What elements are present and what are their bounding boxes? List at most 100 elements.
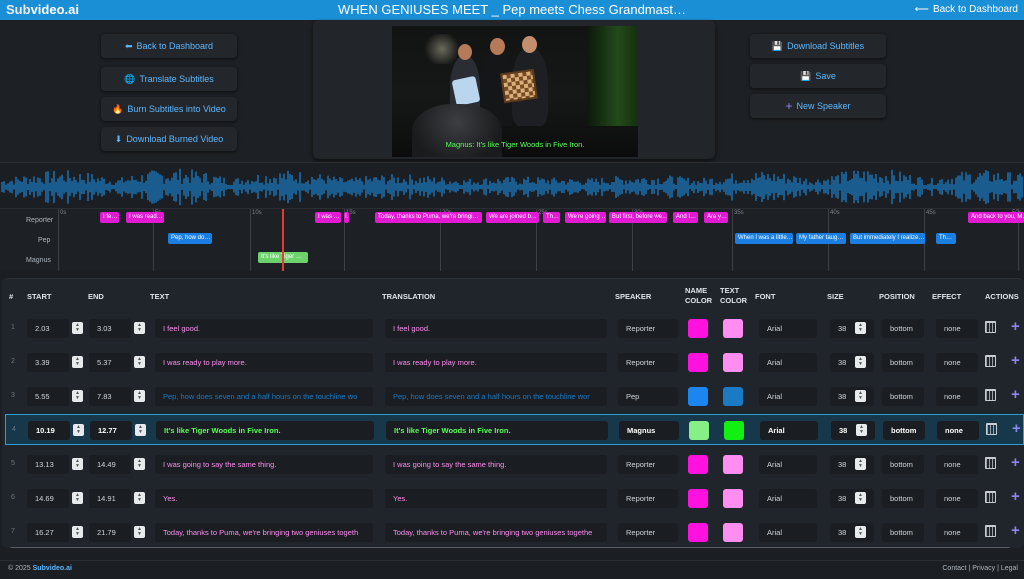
subtitle-text-input[interactable]: It's like Tiger Woods in Five Iron. <box>156 421 374 440</box>
position-select[interactable]: bottom <box>882 319 924 338</box>
timeline-clip-reporter[interactable]: And back to you, M… <box>968 212 1024 223</box>
effect-select[interactable]: none <box>936 353 978 372</box>
start-stepper-icon[interactable]: ▲ ▼ <box>72 458 83 470</box>
timeline-clip-reporter[interactable]: Th… <box>543 212 560 223</box>
text-color-picker[interactable] <box>723 353 743 372</box>
effect-select[interactable]: none <box>937 421 979 440</box>
effect-select[interactable]: none <box>936 523 978 542</box>
start-stepper-icon[interactable]: ▲ ▼ <box>73 424 84 436</box>
name-color-picker[interactable] <box>688 319 708 338</box>
translation-input[interactable]: I was going to say the same thing. <box>385 455 607 474</box>
end-stepper-icon[interactable]: ▲ ▼ <box>134 322 145 334</box>
position-select[interactable]: bottom <box>882 523 924 542</box>
table-row[interactable]: 1 2.03 ▲ ▼ 3.03 ▲ ▼ I feel good. I feel good. Rep… <box>5 313 1024 344</box>
translation-input[interactable]: Yes. <box>385 489 607 508</box>
size-input[interactable]: 38 <box>830 489 874 508</box>
timeline-clip-pep[interactable]: When I was a little… <box>735 233 793 244</box>
subtitle-timeline[interactable]: Reporter Pep Magnus 0s 5s 10s 15s 20s 25… <box>0 208 1024 271</box>
text-color-picker[interactable] <box>723 387 743 406</box>
video-player[interactable]: Magnus: It's like Tiger Woods in Five Ir… <box>392 26 638 157</box>
table-row[interactable]: 4 10.19 ▲ ▼ 12.77 ▲ ▼ It's like Tiger Woods in … <box>5 414 1024 445</box>
audio-waveform[interactable] <box>0 162 1024 208</box>
speaker-select[interactable]: Reporter <box>618 353 678 372</box>
subtitle-text-input[interactable]: Yes. <box>155 489 373 508</box>
name-color-picker[interactable] <box>688 489 708 508</box>
trash-icon[interactable] <box>985 457 996 469</box>
timeline-clip-reporter[interactable]: I was … <box>315 212 341 223</box>
header-back-button[interactable]: ⟵ Back to Dashboard <box>915 4 1018 15</box>
table-row[interactable]: 3 5.55 ▲ ▼ 7.83 ▲ ▼ Pep, how does seven and a h… <box>5 381 1024 412</box>
trash-icon[interactable] <box>985 355 996 367</box>
size-stepper-icon[interactable]: ▲ ▼ <box>855 526 866 538</box>
back-to-dashboard-button[interactable]: ⬅ Back to Dashboard <box>101 34 237 58</box>
table-horizontal-scrollbar[interactable] <box>10 547 1010 548</box>
trash-icon[interactable] <box>985 491 996 503</box>
size-stepper-icon[interactable]: ▲ ▼ <box>855 458 866 470</box>
size-input[interactable]: 38 <box>831 421 875 440</box>
timeline-playhead[interactable] <box>282 209 284 271</box>
translate-subtitles-button[interactable]: 🌐 Translate Subtitles <box>101 67 237 91</box>
end-time-input[interactable]: 5.37 <box>89 353 131 372</box>
new-speaker-button[interactable]: + New Speaker <box>750 94 886 118</box>
timeline-clip-pep[interactable]: Pep, how do… <box>168 233 212 244</box>
size-input[interactable]: 38 <box>830 387 874 406</box>
size-input[interactable]: 38 <box>830 319 874 338</box>
timeline-clip-reporter[interactable]: We are joined b… <box>486 212 539 223</box>
speaker-select[interactable]: Reporter <box>618 523 678 542</box>
start-stepper-icon[interactable]: ▲ ▼ <box>72 526 83 538</box>
timeline-clip-pep[interactable]: Th… <box>936 233 956 244</box>
plus-icon[interactable]: + <box>1011 386 1020 403</box>
timeline-clip-reporter[interactable]: But first, before we… <box>609 212 667 223</box>
subtitle-text-input[interactable]: Today, thanks to Puma, we're bringing tw… <box>155 523 373 542</box>
end-time-input[interactable]: 14.91 <box>89 489 131 508</box>
size-stepper-icon[interactable]: ▲ ▼ <box>856 424 867 436</box>
size-stepper-icon[interactable]: ▲ ▼ <box>855 390 866 402</box>
name-color-picker[interactable] <box>688 387 708 406</box>
speaker-select[interactable]: Reporter <box>618 455 678 474</box>
plus-icon[interactable]: + <box>1011 522 1020 539</box>
end-time-input[interactable]: 12.77 <box>90 421 132 440</box>
footer-links[interactable]: Contact | Privacy | Legal <box>942 565 1018 572</box>
subtitle-text-input[interactable]: I feel good. <box>155 319 373 338</box>
end-stepper-icon[interactable]: ▲ ▼ <box>134 526 145 538</box>
speaker-select[interactable]: Reporter <box>618 319 678 338</box>
table-row[interactable]: 5 13.13 ▲ ▼ 14.49 ▲ ▼ I was going to say the sa… <box>5 449 1024 480</box>
size-stepper-icon[interactable]: ▲ ▼ <box>855 356 866 368</box>
start-stepper-icon[interactable]: ▲ ▼ <box>72 390 83 402</box>
name-color-picker[interactable] <box>688 523 708 542</box>
translation-input[interactable]: It's like Tiger Woods in Five Iron. <box>386 421 608 440</box>
start-stepper-icon[interactable]: ▲ ▼ <box>72 356 83 368</box>
timeline-clip-pep[interactable]: But immediately I realize… <box>850 233 925 244</box>
timeline-clip-reporter[interactable]: I… <box>344 212 349 223</box>
text-color-picker[interactable] <box>723 455 743 474</box>
position-select[interactable]: bottom <box>882 353 924 372</box>
end-time-input[interactable]: 14.49 <box>89 455 131 474</box>
size-input[interactable]: 38 <box>830 353 874 372</box>
translation-input[interactable]: I feel good. <box>385 319 607 338</box>
position-select[interactable]: bottom <box>882 489 924 508</box>
size-stepper-icon[interactable]: ▲ ▼ <box>855 322 866 334</box>
translation-input[interactable]: I was ready to play more. <box>385 353 607 372</box>
table-row[interactable]: 2 3.39 ▲ ▼ 5.37 ▲ ▼ I was ready to play more. I … <box>5 347 1024 378</box>
plus-icon[interactable]: + <box>1011 488 1020 505</box>
effect-select[interactable]: none <box>936 455 978 474</box>
end-stepper-icon[interactable]: ▲ ▼ <box>135 424 146 436</box>
effect-select[interactable]: none <box>936 319 978 338</box>
end-stepper-icon[interactable]: ▲ ▼ <box>134 492 145 504</box>
start-stepper-icon[interactable]: ▲ ▼ <box>72 492 83 504</box>
start-time-input[interactable]: 14.69 <box>27 489 69 508</box>
font-select[interactable]: Arial <box>759 319 817 338</box>
end-time-input[interactable]: 7.83 <box>89 387 131 406</box>
start-time-input[interactable]: 5.55 <box>27 387 69 406</box>
end-stepper-icon[interactable]: ▲ ▼ <box>134 390 145 402</box>
speaker-select[interactable]: Reporter <box>618 489 678 508</box>
plus-icon[interactable]: + <box>1012 420 1021 437</box>
end-stepper-icon[interactable]: ▲ ▼ <box>134 356 145 368</box>
download-burned-video-button[interactable]: ⬇ Download Burned Video <box>101 127 237 151</box>
trash-icon[interactable] <box>985 525 996 537</box>
timeline-clip-reporter[interactable]: We're going … <box>565 212 606 223</box>
translation-input[interactable]: Pep, how does seven and a half hours on … <box>385 387 607 406</box>
font-select[interactable]: Arial <box>759 523 817 542</box>
table-row[interactable]: 7 16.27 ▲ ▼ 21.79 ▲ ▼ Today, thanks to Puma, we… <box>5 517 1024 548</box>
timeline-clip-reporter[interactable]: And I… <box>673 212 698 223</box>
